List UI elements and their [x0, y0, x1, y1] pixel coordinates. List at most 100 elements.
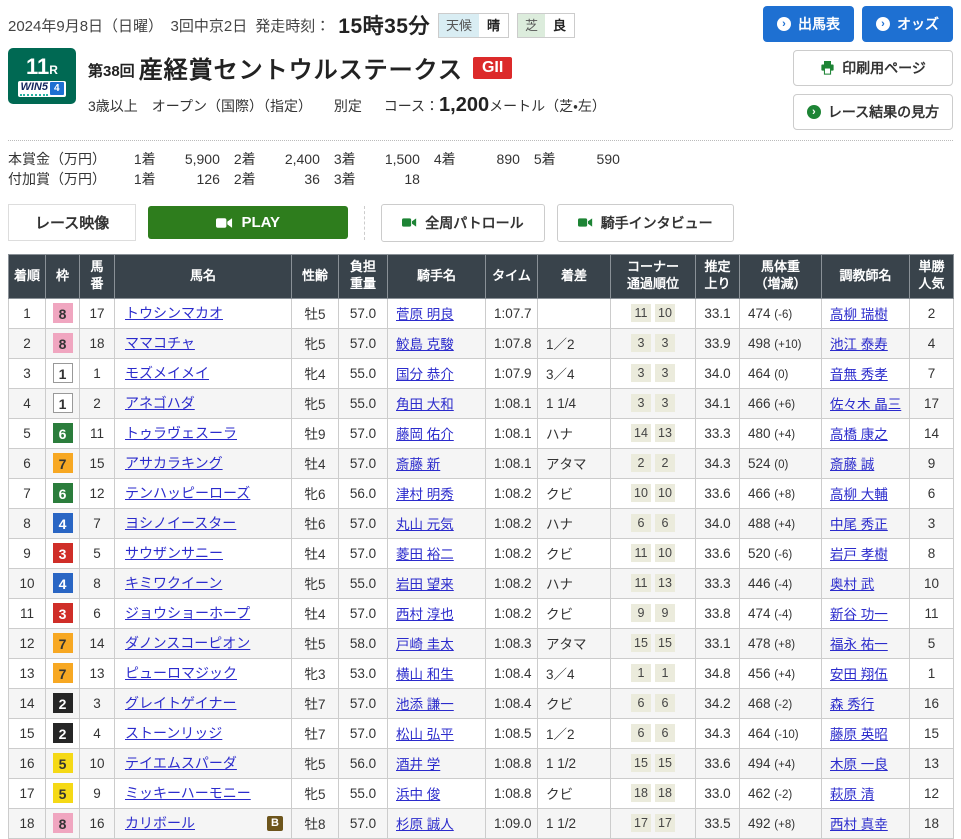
horse-link[interactable]: ミッキーハーモニー — [125, 783, 251, 803]
cell-time: 1:07.7 — [485, 297, 538, 329]
cell-horse-name: カリボール B — [114, 807, 292, 839]
trainer-link[interactable]: 森 秀行 — [830, 697, 874, 712]
horse-link[interactable]: サウザンサニー — [125, 543, 223, 563]
corner-position: 15 — [655, 634, 675, 653]
jockey-link[interactable]: 国分 恭介 — [396, 367, 454, 382]
patrol-video-button[interactable]: 全周パトロール — [381, 203, 545, 242]
trainer-link[interactable]: 音無 秀孝 — [830, 367, 888, 382]
jockey-link[interactable]: 藤岡 佑介 — [396, 427, 454, 442]
result-guide-label: レース結果の見方 — [827, 104, 940, 120]
horse-link[interactable]: ダノンスコーピオン — [125, 633, 250, 653]
horse-link[interactable]: テイエムスパーダ — [125, 753, 237, 773]
col-header-num: 馬 番 — [79, 253, 115, 299]
horse-link[interactable]: テンハッピーローズ — [125, 483, 250, 503]
jockey-link[interactable]: 酒井 学 — [396, 757, 440, 772]
trainer-link[interactable]: 中尾 秀正 — [830, 517, 888, 532]
main-prize-amount: 5,900 — [184, 151, 220, 167]
jockey-link[interactable]: 角田 大和 — [396, 397, 454, 412]
race-conditions: 3歳以上 オープン（国際）（指定） 別定 コース：1,200メートル（芝・左） — [88, 94, 606, 117]
main-prize-place: 4着 — [433, 151, 456, 167]
result-guide-button[interactable]: › レース結果の見方 — [793, 94, 953, 130]
entries-button[interactable]: › 出馬表 — [763, 6, 854, 42]
jockey-link[interactable]: 津村 明秀 — [396, 487, 454, 502]
body-weight-value: 474 — [748, 305, 775, 321]
horse-name-wrap: キミワクイーン — [125, 573, 287, 593]
turf-condition-badge: 芝 良 — [517, 12, 576, 38]
table-row: 15 2 4 ストーンリッジ 牡7 57.0 松山 弘平 1:08.5 1／2 6 6 34.3 464… — [8, 717, 954, 749]
jockey-link[interactable]: 岩田 望来 — [396, 577, 454, 592]
cell-last-3f: 33.1 — [695, 627, 740, 659]
jockey-link[interactable]: 池添 謙一 — [396, 697, 454, 712]
jockey-link[interactable]: 菅原 明良 — [396, 307, 454, 322]
body-weight-diff: (-2) — [774, 788, 793, 801]
jockey-link[interactable]: 杉原 誠人 — [396, 817, 454, 832]
frame-number-badge: 4 — [52, 513, 73, 534]
jockey-link[interactable]: 斎藤 新 — [396, 457, 440, 472]
main-prize-place: 3着 — [333, 151, 356, 167]
body-weight-value: 498 — [748, 335, 775, 351]
horse-link[interactable]: ジョウショーホープ — [125, 603, 250, 623]
cell-horse-name: グレイトゲイナー — [114, 687, 292, 719]
play-button[interactable]: PLAY — [148, 206, 349, 240]
horse-link[interactable]: ヨシノイースター — [125, 513, 236, 533]
jockey-link[interactable]: 松山 弘平 — [396, 727, 454, 742]
trainer-link[interactable]: 福永 祐一 — [830, 637, 888, 652]
corner-position: 11 — [631, 574, 651, 593]
jockey-link[interactable]: 戸崎 圭太 — [396, 637, 454, 652]
trainer-link[interactable]: 奥村 武 — [830, 577, 874, 592]
trainer-link[interactable]: 斎藤 誠 — [830, 457, 874, 472]
horse-link[interactable]: ピューロマジック — [125, 663, 237, 683]
cell-carried-weight: 56.0 — [338, 477, 388, 509]
jockey-link[interactable]: 西村 淳也 — [396, 607, 454, 622]
trainer-link[interactable]: 高柳 瑞樹 — [830, 307, 888, 322]
horse-link[interactable]: ストーンリッジ — [125, 723, 222, 743]
corner-position: 18 — [631, 784, 651, 803]
table-row: 14 2 3 グレイトゲイナー 牡7 57.0 池添 謙一 1:08.4 クビ 6 6 34.2 468… — [8, 687, 954, 719]
horse-link[interactable]: トウシンマカオ — [125, 303, 223, 323]
corner-position: 11 — [631, 544, 651, 563]
horse-link[interactable]: カリボール — [125, 813, 195, 833]
jockey-interview-button[interactable]: 騎手インタビュー — [556, 203, 734, 242]
cell-carried-weight: 57.0 — [338, 417, 388, 449]
body-weight-diff: (0) — [774, 458, 789, 471]
cell-time: 1:08.1 — [485, 417, 538, 449]
jockey-link[interactable]: 鮫島 克駿 — [396, 337, 454, 352]
trainer-link[interactable]: 藤原 英昭 — [830, 727, 888, 742]
horse-link[interactable]: アサカラキング — [125, 453, 223, 473]
corner-position: 18 — [655, 784, 675, 803]
trainer-link[interactable]: 安田 翔伍 — [830, 667, 888, 682]
jockey-link[interactable]: 浜中 俊 — [396, 787, 440, 802]
horse-link[interactable]: キミワクイーン — [125, 573, 222, 593]
trainer-link[interactable]: 西村 真幸 — [830, 817, 888, 832]
horse-link[interactable]: アネゴハダ — [125, 393, 195, 413]
odds-button[interactable]: › オッズ — [862, 6, 953, 42]
jockey-link[interactable]: 丸山 元気 — [396, 517, 454, 532]
trainer-link[interactable]: 岩戸 孝樹 — [830, 547, 888, 562]
cell-corner-order: 66 — [610, 507, 696, 539]
trainer-link[interactable]: 高橋 康之 — [830, 427, 888, 442]
trainer-link[interactable]: 萩原 清 — [830, 787, 874, 802]
corner-position: 6 — [655, 694, 675, 713]
cell-horse-number: 15 — [79, 447, 115, 479]
cell-body-weight: 478 (+8) — [739, 627, 822, 659]
jockey-link[interactable]: 横山 和生 — [396, 667, 454, 682]
frame-number-badge: 5 — [52, 783, 73, 804]
jockey-link[interactable]: 菱田 裕二 — [396, 547, 454, 562]
horse-link[interactable]: トゥラヴェスーラ — [125, 423, 237, 443]
col-header-frame: 枠 — [45, 253, 80, 299]
trainer-link[interactable]: 高柳 大輔 — [830, 487, 888, 502]
cell-sex-age: 牡4 — [291, 597, 339, 629]
print-page-button[interactable]: 印刷用ページ — [793, 50, 953, 86]
horse-link[interactable]: モズメイメイ — [125, 363, 209, 383]
frame-number-badge: 7 — [52, 453, 73, 474]
cell-finish-position: 1 — [8, 297, 46, 329]
trainer-link[interactable]: 新谷 功一 — [830, 607, 888, 622]
trainer-link[interactable]: 佐々木 晶三 — [830, 397, 901, 412]
body-weight-value: 524 — [748, 455, 775, 471]
horse-link[interactable]: ママコチャ — [125, 333, 195, 353]
horse-link[interactable]: グレイトゲイナー — [125, 693, 236, 713]
added-prize-amount: 18 — [404, 171, 420, 188]
trainer-link[interactable]: 池江 泰寿 — [830, 337, 888, 352]
trainer-link[interactable]: 木原 一良 — [830, 757, 888, 772]
cell-last-3f: 34.2 — [695, 687, 740, 719]
